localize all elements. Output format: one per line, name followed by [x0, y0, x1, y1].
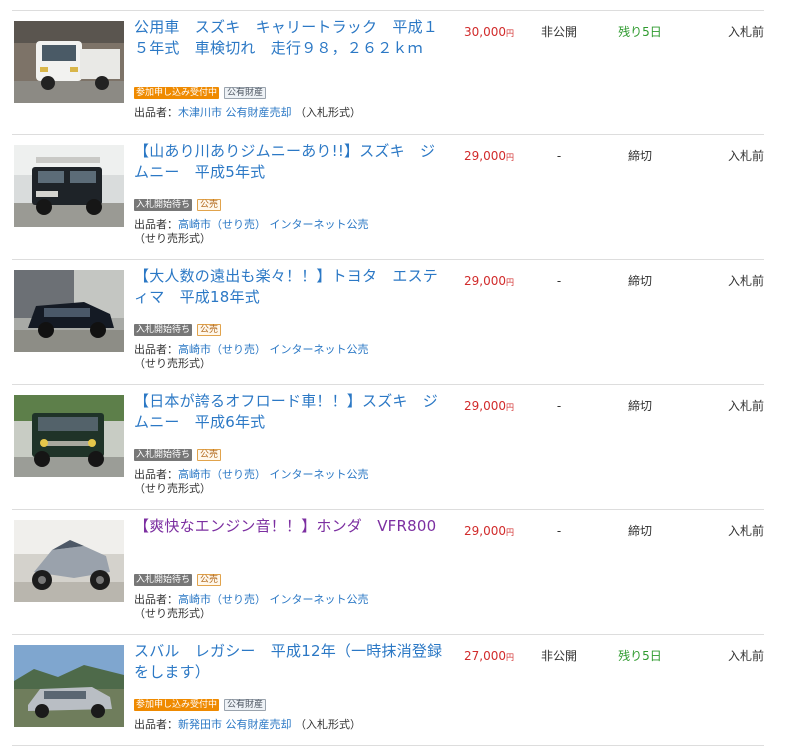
- category-badge: 公有財産: [224, 87, 267, 99]
- seller-link[interactable]: 木津川市 公有財産売却: [178, 106, 292, 119]
- listing-row: 公用車 スズキ キャリートラック 平成１５年式 車検切れ 走行９８，２６２ｋｍ …: [12, 10, 764, 135]
- auction-format: （せり売形式）: [134, 482, 211, 495]
- listing-badges: 参加申し込み受付中 公有財産: [134, 87, 267, 99]
- category-badge: 公売: [197, 449, 222, 461]
- listing-thumbnail[interactable]: [14, 270, 124, 352]
- status-badge: 入札開始待ち: [134, 449, 193, 461]
- status-badge: 参加申し込み受付中: [134, 87, 220, 99]
- time-remaining: 残り5日: [618, 25, 662, 39]
- time-remaining: 締切: [627, 274, 652, 288]
- yen-unit: 円: [506, 403, 514, 412]
- listing-thumbnail[interactable]: [14, 145, 124, 227]
- yen-unit: 円: [506, 653, 514, 662]
- listing-thumbnail[interactable]: [14, 520, 124, 602]
- seller-link[interactable]: 高崎市（せり売） インターネット公売: [178, 468, 369, 481]
- seller-line: 出品者：高崎市（せり売） インターネット公売 （せり売形式）: [134, 468, 444, 496]
- time-remaining: 残り5日: [618, 649, 662, 663]
- seller-link[interactable]: 高崎市（せり売） インターネット公売: [178, 218, 369, 231]
- seller-prefix: 出品者：: [134, 106, 178, 119]
- time-remaining: 締切: [627, 399, 652, 413]
- listing-badges: 入札開始待ち 公売: [134, 324, 222, 336]
- price-value: 27,000: [464, 649, 506, 663]
- seller-link[interactable]: 新発田市 公有財産売却: [178, 718, 292, 731]
- listing-badges: 入札開始待ち 公売: [134, 574, 222, 586]
- status-badge: 入札開始待ち: [134, 199, 193, 211]
- listing-badges: 入札開始待ち 公売: [134, 449, 222, 461]
- auction-format: （入札形式）: [295, 106, 361, 119]
- seller-link[interactable]: 高崎市（せり売） インターネット公売: [178, 593, 369, 606]
- auction-format: （せり売形式）: [134, 607, 211, 620]
- divider: [12, 745, 764, 746]
- listing-title-link[interactable]: 【大人数の遠出も楽々！！】トヨタ エスティマ 平成18年式: [134, 266, 444, 308]
- listing-title-link[interactable]: 【山あり川ありジムニーあり!!】スズキ ジムニー 平成5年式: [134, 141, 444, 183]
- current-price: 29,000円: [452, 398, 514, 416]
- price-value: 30,000: [464, 25, 506, 39]
- current-price: 29,000円: [452, 273, 514, 291]
- listing-row: 【爽快なエンジン音！！】ホンダ VFR800 入札開始待ち 公売 出品者：高崎市…: [12, 509, 764, 635]
- time-remaining: 締切: [627, 524, 652, 538]
- category-badge: 公売: [197, 324, 222, 336]
- seller-line: 出品者：木津川市 公有財産売却 （入札形式）: [134, 106, 444, 120]
- bid-count: -: [556, 399, 562, 413]
- category-badge: 公売: [197, 199, 222, 211]
- status-badge: 参加申し込み受付中: [134, 699, 220, 711]
- current-price: 29,000円: [452, 148, 514, 166]
- seller-line: 出品者：高崎市（せり売） インターネット公売 （せり売形式）: [134, 593, 444, 621]
- seller-prefix: 出品者：: [134, 718, 178, 731]
- price-value: 29,000: [464, 399, 506, 413]
- listing-thumbnail[interactable]: [14, 21, 124, 103]
- auction-status: 入札前: [727, 524, 764, 538]
- bid-count: -: [556, 524, 562, 538]
- current-price: 27,000円: [452, 648, 514, 666]
- yen-unit: 円: [506, 153, 514, 162]
- seller-prefix: 出品者：: [134, 593, 178, 606]
- listing-title-link[interactable]: 【爽快なエンジン音！！】ホンダ VFR800: [134, 516, 444, 537]
- yen-unit: 円: [506, 278, 514, 287]
- listing-row: 【大人数の遠出も楽々！！】トヨタ エスティマ 平成18年式 入札開始待ち 公売 …: [12, 259, 764, 385]
- price-value: 29,000: [464, 274, 506, 288]
- seller-link[interactable]: 高崎市（せり売） インターネット公売: [178, 343, 369, 356]
- listing-title-link[interactable]: 公用車 スズキ キャリートラック 平成１５年式 車検切れ 走行９８，２６２ｋｍ: [134, 17, 444, 59]
- bid-count: 非公開: [540, 649, 577, 663]
- auction-status: 入札前: [727, 149, 764, 163]
- seller-prefix: 出品者：: [134, 218, 178, 231]
- current-price: 29,000円: [452, 523, 514, 541]
- auction-format: （入札形式）: [295, 718, 361, 731]
- bid-count: 非公開: [540, 25, 577, 39]
- listing-title-link[interactable]: スバル レガシー 平成12年（一時抹消登録をします）: [134, 641, 444, 683]
- status-badge: 入札開始待ち: [134, 574, 193, 586]
- time-remaining: 締切: [627, 149, 652, 163]
- listing-row: スバル レガシー 平成12年（一時抹消登録をします） 参加申し込み受付中 公有財…: [12, 634, 764, 746]
- listing-thumbnail[interactable]: [14, 645, 124, 727]
- auction-status: 入札前: [727, 399, 764, 413]
- auction-format: （せり売形式）: [134, 357, 211, 370]
- listing-badges: 参加申し込み受付中 公有財産: [134, 699, 267, 711]
- seller-prefix: 出品者：: [134, 343, 178, 356]
- auction-status: 入札前: [727, 25, 764, 39]
- listing-badges: 入札開始待ち 公売: [134, 199, 222, 211]
- listing-title-link[interactable]: 【日本が誇るオフロード車！！】スズキ ジムニー 平成6年式: [134, 391, 444, 433]
- status-badge: 入札開始待ち: [134, 324, 193, 336]
- seller-prefix: 出品者：: [134, 468, 178, 481]
- bid-count: -: [556, 274, 562, 288]
- listing-thumbnail[interactable]: [14, 395, 124, 477]
- yen-unit: 円: [506, 29, 514, 38]
- seller-line: 出品者：高崎市（せり売） インターネット公売 （せり売形式）: [134, 218, 444, 246]
- category-badge: 公売: [197, 574, 222, 586]
- category-badge: 公有財産: [224, 699, 267, 711]
- auction-status: 入札前: [727, 274, 764, 288]
- current-price: 30,000円: [452, 24, 514, 42]
- yen-unit: 円: [506, 528, 514, 537]
- bid-count: -: [556, 149, 562, 163]
- seller-line: 出品者：高崎市（せり売） インターネット公売 （せり売形式）: [134, 343, 444, 371]
- auction-format: （せり売形式）: [134, 232, 211, 245]
- price-value: 29,000: [464, 149, 506, 163]
- seller-line: 出品者：新発田市 公有財産売却 （入札形式）: [134, 718, 444, 732]
- listing-row: 【日本が誇るオフロード車！！】スズキ ジムニー 平成6年式 入札開始待ち 公売 …: [12, 384, 764, 510]
- auction-status: 入札前: [727, 649, 764, 663]
- listing-row: 【山あり川ありジムニーあり!!】スズキ ジムニー 平成5年式 入札開始待ち 公売…: [12, 134, 764, 260]
- price-value: 29,000: [464, 524, 506, 538]
